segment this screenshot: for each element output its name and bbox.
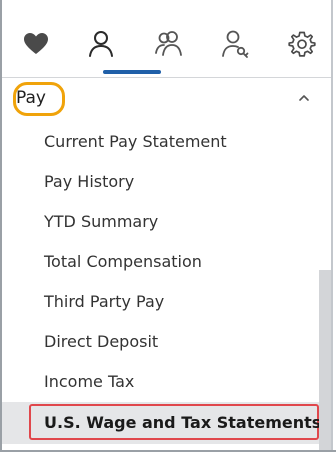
menu-item-direct-deposit[interactable]: Direct Deposit <box>2 322 331 362</box>
favorites-button[interactable] <box>16 24 56 64</box>
heart-icon <box>23 32 49 56</box>
menu-item-third-party-pay[interactable]: Third Party Pay <box>2 282 331 322</box>
panel-border-right <box>331 0 333 452</box>
person-key-icon <box>220 29 250 59</box>
person-key-button[interactable] <box>215 24 255 64</box>
category-icon-bar <box>2 0 331 78</box>
navigation-panel: Pay Current Pay Statement Pay History YT… <box>0 0 336 452</box>
menu-item-total-compensation[interactable]: Total Compensation <box>2 242 331 282</box>
people-icon <box>154 29 184 59</box>
menu-item-current-pay-statement[interactable]: Current Pay Statement <box>2 122 331 162</box>
pay-section-header[interactable]: Pay <box>2 78 331 122</box>
active-tab-indicator <box>103 70 161 74</box>
person-button[interactable] <box>81 24 121 64</box>
section-title: Pay <box>16 88 46 108</box>
pay-submenu: Current Pay Statement Pay History YTD Su… <box>2 122 331 444</box>
people-button[interactable] <box>149 24 189 64</box>
menu-item-income-tax[interactable]: Income Tax <box>2 362 331 402</box>
scrollbar[interactable] <box>319 270 331 450</box>
gear-icon <box>288 30 316 58</box>
menu-item-pay-history[interactable]: Pay History <box>2 162 331 202</box>
menu-item-ytd-summary[interactable]: YTD Summary <box>2 202 331 242</box>
chevron-up-icon[interactable] <box>296 90 312 106</box>
settings-button[interactable] <box>282 24 322 64</box>
person-icon <box>86 29 116 59</box>
menu-item-wage-and-tax-statements[interactable]: U.S. Wage and Tax Statements <box>2 402 331 444</box>
menu-item-label: U.S. Wage and Tax Statements <box>44 413 322 432</box>
